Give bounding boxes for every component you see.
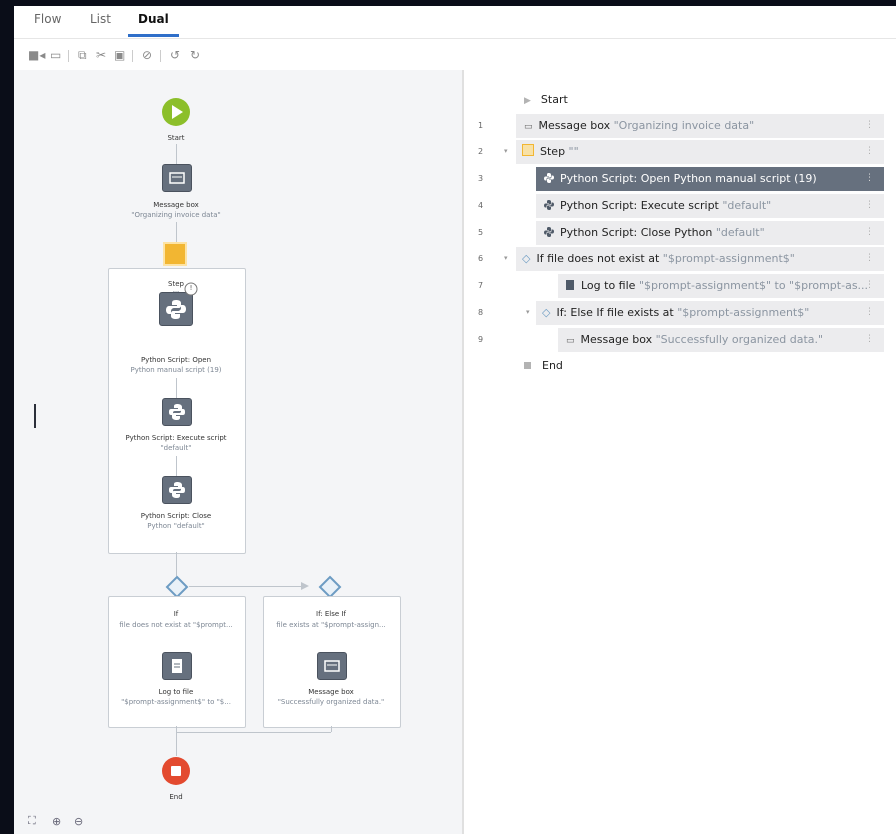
- list-row-2[interactable]: Step "" ⋮: [516, 140, 884, 164]
- log-to-file-title: Log to file: [158, 688, 194, 696]
- python-icon: [544, 173, 554, 183]
- list-row-5[interactable]: Python Script: Close Python "default" ⋮: [536, 221, 884, 245]
- row-number: 3: [478, 174, 484, 183]
- warning-badge: !: [189, 284, 193, 292]
- python-icon: [169, 404, 185, 420]
- tab-dual[interactable]: Dual: [128, 12, 179, 37]
- document-icon: [566, 280, 574, 290]
- python-open-sub: Python manual script (19): [130, 366, 222, 374]
- paste-icon[interactable]: ▣: [114, 48, 125, 62]
- tab-flow[interactable]: Flow: [34, 12, 61, 26]
- python-open-title: Python Script: Open: [140, 356, 212, 364]
- tab-list[interactable]: List: [90, 12, 111, 26]
- message-box-icon: [169, 172, 185, 184]
- list-row-1[interactable]: ▭ Message box "Organizing invoice data" ⋮: [516, 114, 884, 138]
- more-icon: ⋮: [865, 200, 874, 210]
- row-number: 7: [478, 281, 484, 290]
- else-if-title: If: Else If: [316, 610, 346, 618]
- list-end[interactable]: End: [524, 354, 563, 378]
- more-icon: ⋮: [865, 227, 874, 237]
- stop-icon: [524, 362, 531, 369]
- list-view: ▶ Start 1 ▭ Message box "Organizing invoic…: [464, 70, 896, 834]
- flow-canvas[interactable]: Start Message box "Organizing invoice da…: [14, 70, 462, 834]
- zoom-out-icon[interactable]: ⊖: [74, 815, 83, 828]
- window-icon[interactable]: ▭: [50, 48, 61, 62]
- start-node[interactable]: [161, 97, 191, 127]
- app-window: Flow List Dual ■◂ ▭ ⧉ ✂ ▣ ⊘ ↺ ↻ Start Me…: [14, 6, 896, 834]
- more-icon: ⋮: [865, 253, 874, 263]
- view-tabs: Flow List Dual: [14, 6, 896, 39]
- record-icon[interactable]: ■◂: [28, 48, 45, 62]
- python-close-sub: Python "default": [147, 522, 205, 530]
- play-icon: ▶: [524, 96, 531, 106]
- text-cursor: [34, 404, 36, 428]
- fit-screen-icon[interactable]: ⛶: [28, 814, 36, 828]
- collapse-icon[interactable]: ▾: [504, 254, 508, 262]
- python-icon: [166, 300, 186, 319]
- if-sub: file does not exist at "$prompt...: [119, 621, 233, 629]
- row-number: 1: [478, 121, 484, 130]
- collapse-icon[interactable]: ▾: [526, 308, 530, 316]
- end-node[interactable]: [161, 756, 191, 786]
- zoom-in-icon[interactable]: ⊕: [52, 815, 61, 828]
- cut-icon[interactable]: ✂: [96, 48, 106, 62]
- end-label: End: [169, 793, 183, 801]
- python-close-node[interactable]: [162, 476, 192, 504]
- collapse-icon[interactable]: ▾: [504, 147, 508, 155]
- more-icon: ⋮: [865, 120, 874, 130]
- copy-icon[interactable]: ⧉: [78, 48, 87, 62]
- message-box-node[interactable]: [162, 164, 192, 192]
- message-box-2-node[interactable]: [317, 652, 347, 680]
- python-icon: [169, 482, 185, 498]
- step-icon: [522, 144, 534, 156]
- toolbar: ■◂ ▭ ⧉ ✂ ▣ ⊘ ↺ ↻: [14, 40, 896, 70]
- list-row-8[interactable]: ◇ If: Else If file exists at "$prompt-ass…: [536, 301, 884, 325]
- message-box-2-sub: "Successfully organized data.": [277, 698, 385, 706]
- more-icon: ⋮: [865, 307, 874, 317]
- python-execute-title: Python Script: Execute script: [125, 434, 227, 442]
- condition-icon: ◇: [522, 252, 531, 265]
- python-icon: [544, 200, 554, 210]
- more-icon: ⋮: [865, 173, 874, 183]
- python-icon: [544, 227, 554, 237]
- python-close-title: Python Script: Close: [140, 512, 212, 520]
- list-row-7[interactable]: Log to file "$prompt-assignment$" to "$p…: [558, 274, 884, 298]
- list-row-4[interactable]: Python Script: Execute script "default" …: [536, 194, 884, 218]
- message-box-icon: ▭: [566, 336, 575, 346]
- row-number: 5: [478, 228, 484, 237]
- more-icon: ⋮: [865, 280, 874, 290]
- condition-icon: ◇: [542, 306, 551, 319]
- message-box-title: Message box: [153, 201, 199, 209]
- redo-icon[interactable]: ↻: [190, 48, 200, 62]
- python-execute-node[interactable]: [162, 398, 192, 426]
- list-start[interactable]: ▶ Start: [524, 88, 568, 112]
- python-open-node[interactable]: [159, 292, 193, 326]
- row-number: 9: [478, 335, 484, 344]
- message-box-icon: ▭: [524, 122, 533, 132]
- message-box-icon: [324, 660, 340, 672]
- undo-icon[interactable]: ↺: [170, 48, 180, 62]
- more-icon: ⋮: [865, 146, 874, 156]
- log-to-file-node[interactable]: [162, 652, 192, 680]
- list-row-6[interactable]: ◇ If file does not exist at "$prompt-assi…: [516, 247, 884, 271]
- disable-icon[interactable]: ⊘: [142, 48, 152, 62]
- row-number: 2: [478, 147, 484, 156]
- list-row-9[interactable]: ▭ Message box "Successfully organized dat…: [558, 328, 884, 352]
- message-box-sub: "Organizing invoice data": [131, 211, 221, 219]
- else-if-sub: file exists at "$prompt-assign...: [276, 621, 386, 629]
- row-number: 4: [478, 201, 484, 210]
- row-number: 8: [478, 308, 484, 317]
- python-execute-sub: "default": [160, 444, 192, 452]
- more-icon: ⋮: [865, 334, 874, 344]
- if-title: If: [173, 610, 179, 618]
- row-number: 6: [478, 254, 484, 263]
- log-to-file-sub: "$prompt-assignment$" to "$...: [121, 698, 231, 706]
- start-label: Start: [167, 134, 185, 142]
- step-node[interactable]: [163, 242, 187, 266]
- list-row-3[interactable]: Python Script: Open Python manual script…: [536, 167, 884, 191]
- document-icon: [172, 659, 182, 673]
- message-box-2-title: Message box: [308, 688, 354, 696]
